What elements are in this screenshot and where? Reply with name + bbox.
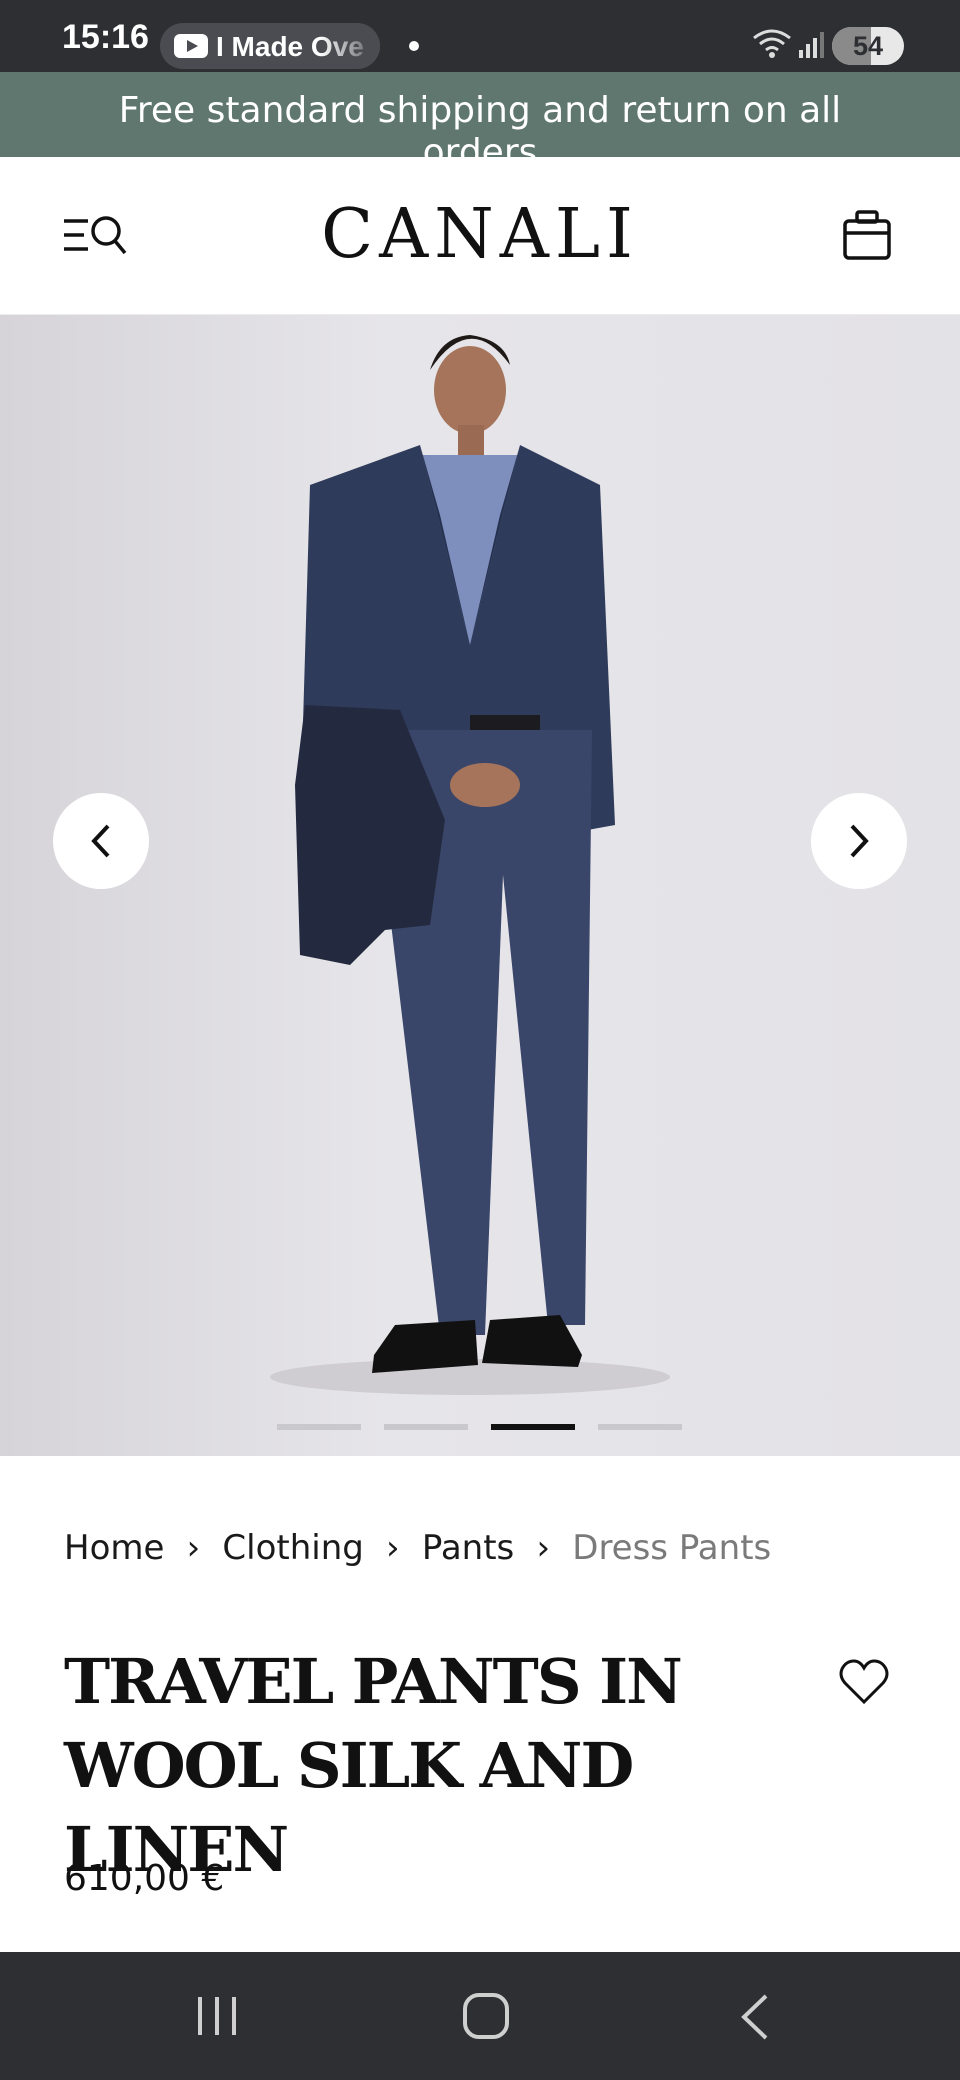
chevron-left-icon	[91, 824, 110, 858]
home-icon[interactable]	[463, 1993, 509, 2039]
chevron-right-icon	[850, 824, 869, 858]
breadcrumb-home[interactable]: Home	[64, 1528, 164, 1568]
product-image-gallery[interactable]	[0, 315, 960, 1456]
gallery-pagination	[277, 1424, 683, 1430]
next-image-button[interactable]	[811, 793, 907, 889]
shopping-bag-icon[interactable]	[842, 209, 892, 261]
gallery-dot[interactable]	[598, 1424, 682, 1430]
breadcrumb-separator: ›	[536, 1528, 551, 1568]
gallery-dot[interactable]	[491, 1424, 575, 1430]
recent-apps-icon[interactable]	[196, 1994, 238, 2038]
breadcrumb-separator: ›	[186, 1528, 201, 1568]
notification-dot-icon	[409, 41, 419, 51]
brand-logo[interactable]: CANALI	[0, 195, 960, 274]
promo-banner: Free standard shipping and return on all…	[0, 72, 960, 157]
battery-level: 54	[852, 31, 884, 61]
previous-image-button[interactable]	[53, 793, 149, 889]
back-icon[interactable]	[738, 1992, 772, 2042]
gallery-dot[interactable]	[384, 1424, 468, 1430]
battery-indicator: 54	[832, 27, 904, 65]
promo-text: Free standard shipping and return on all…	[118, 90, 842, 157]
favorite-heart-icon[interactable]	[838, 1658, 890, 1706]
breadcrumb-clothing[interactable]: Clothing	[222, 1528, 363, 1568]
product-title: TRAVEL PANTS IN WOOL SILK AND LINEN	[64, 1645, 683, 1886]
breadcrumb-pants[interactable]: Pants	[422, 1528, 514, 1568]
system-navigation-bar	[0, 1952, 960, 2080]
breadcrumb-separator: ›	[386, 1528, 400, 1568]
breadcrumb-dress-pants: Dress Pants	[572, 1528, 772, 1568]
status-time: 15:16	[62, 18, 149, 56]
product-price: 610,00 €	[64, 1858, 225, 1899]
gallery-dot[interactable]	[277, 1424, 361, 1430]
wifi-icon	[753, 29, 791, 58]
media-notification-pill[interactable]: I Made Ove	[160, 23, 380, 69]
signal-icon	[799, 32, 824, 58]
status-bar: 15:16 I Made Ove 54	[0, 0, 960, 72]
product-photo	[270, 335, 670, 1395]
breadcrumb: Home › Clothing › Pants › Dress Pants	[64, 1526, 771, 1570]
site-header: CANALI	[0, 157, 960, 315]
youtube-icon	[174, 34, 208, 58]
